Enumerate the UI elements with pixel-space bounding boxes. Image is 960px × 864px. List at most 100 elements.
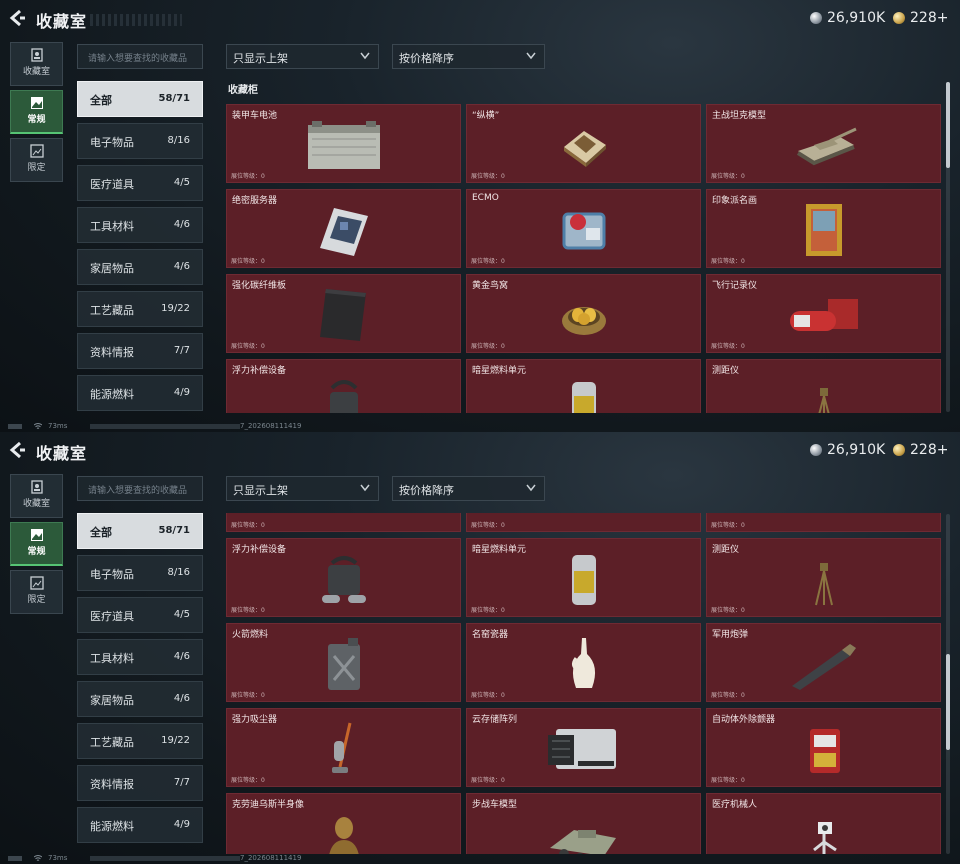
item-card[interactable]: 绝密服务器 展位等级：0 [226,189,461,268]
item-card[interactable]: 浮力补偿设备 展位等级：0 [226,538,461,617]
side-tab-collection[interactable]: 收藏室 [10,42,63,86]
category-count: 4/9 [173,387,190,398]
category-household[interactable]: 家居物品 4/6 [77,681,203,717]
item-card[interactable]: 医疗机械人 展位等级：0 [706,793,941,854]
category-label: 资料情报 [90,778,134,791]
item-name: 黄金鸟窝 [472,281,509,291]
item-card[interactable]: 飞行记录仪 展位等级：0 [706,274,941,353]
item-card[interactable]: 云存储阵列 展位等级：0 [466,708,701,787]
fuel-cell-icon [571,382,596,413]
item-card[interactable]: 强力吸尘器 展位等级：0 [226,708,461,787]
category-electronics[interactable]: 电子物品 8/16 [77,555,203,591]
category-electronics[interactable]: 电子物品 8/16 [77,123,203,159]
ticket-amount: 228+ [910,442,949,458]
item-name: 绝密服务器 [232,196,278,206]
scroll-thumb[interactable] [946,82,950,168]
chevron-down-icon [526,484,536,492]
item-level: 展位等级：0 [711,777,745,784]
item-card[interactable]: 印象派名画 展位等级：0 [706,189,941,268]
side-tab-collection[interactable]: 收藏室 [10,474,63,518]
grid-scrollbar[interactable] [946,514,950,854]
ticket-amount: 228+ [910,10,949,26]
side-tab-regular[interactable]: 常规 [10,522,63,566]
category-medical[interactable]: 医疗道具 4/5 [77,597,203,633]
category-intel[interactable]: 资料情报 7/7 [77,765,203,801]
item-card[interactable]: 黄金鸟窝 展位等级：0 [466,274,701,353]
item-card[interactable]: 展位等级：0 [466,513,701,532]
shelf-filter-dropdown[interactable]: 只显示上架 [226,44,379,69]
carbon-plate-icon [319,289,366,342]
back-arrow-icon[interactable] [8,9,26,27]
page-title: 收藏室 [36,444,88,463]
portrait-icon [30,48,43,62]
item-card[interactable]: 展位等级：0 [706,513,941,532]
search-input[interactable]: 请输入想要查找的收藏品 [77,44,203,69]
sort-dropdown[interactable]: 按价格降序 [392,44,545,69]
item-name: 克劳迪乌斯半身像 [232,800,305,810]
status-bar: 73ms 7_202608111419 [0,854,960,864]
category-medical[interactable]: 医疗道具 4/5 [77,165,203,201]
gold-coin-icon [893,444,905,456]
status-bar: 73ms 7_202608111419 [0,422,960,432]
item-card[interactable]: 浮力补偿设备 展位等级：0 [226,359,461,413]
item-card[interactable]: 测距仪 展位等级：0 [706,359,941,413]
category-all[interactable]: 全部 58/71 [77,81,203,117]
sort-value: 按价格降序 [399,52,454,65]
side-tab-limited[interactable]: 限定 [10,570,63,614]
ticket-balance[interactable]: 228+ [893,442,948,458]
portrait-icon [30,480,43,494]
category-tools[interactable]: 工具材料 4/6 [77,207,203,243]
side-tab-limited[interactable]: 限定 [10,138,63,182]
item-card[interactable]: 暗星燃料单元 展位等级：0 [466,538,701,617]
item-level: 展位等级：0 [711,692,745,699]
picture-icon [30,97,43,109]
top-bar: 收藏室 26,910K 228+ [0,6,960,32]
item-card[interactable]: 主战坦克模型 展位等级：0 [706,104,941,183]
sort-dropdown[interactable]: 按价格降序 [392,476,545,501]
scroll-thumb[interactable] [946,654,950,750]
medical-robot-icon [812,822,837,854]
category-fuel[interactable]: 能源燃料 4/9 [77,807,203,843]
category-count: 19/22 [161,735,190,746]
item-card[interactable]: 装甲车电池 展位等级：0 [226,104,461,183]
item-name: 名窑瓷器 [472,630,509,640]
item-card[interactable]: 步战车模型 展位等级：0 [466,793,701,854]
category-intel[interactable]: 资料情报 7/7 [77,333,203,369]
coin-amount: 26,910K [827,10,886,26]
item-card[interactable]: “纵横” 展位等级：0 [466,104,701,183]
category-label: 全部 [90,526,112,539]
category-label: 医疗道具 [90,178,134,191]
item-card[interactable]: ECMO 展位等级：0 [466,189,701,268]
category-label: 能源燃料 [90,388,134,401]
item-card[interactable]: 暗星燃料单元 展位等级：0 [466,359,701,413]
search-input[interactable]: 请输入想要查找的收藏品 [77,476,203,501]
item-card[interactable]: 展位等级：0 [226,513,461,532]
item-card[interactable]: 测距仪 展位等级：0 [706,538,941,617]
grid-scrollbar[interactable] [946,82,950,412]
item-card[interactable]: 自动体外除颤器 展位等级：0 [706,708,941,787]
category-fuel[interactable]: 能源燃料 4/9 [77,375,203,411]
item-name: 印象派名画 [712,196,758,206]
item-name: 装甲车电池 [232,111,278,121]
item-name: 军用炮弹 [712,630,749,640]
category-crafts[interactable]: 工艺藏品 19/22 [77,723,203,759]
back-arrow-icon[interactable] [8,441,26,459]
item-card[interactable]: 强化碳纤维板 展位等级：0 [226,274,461,353]
item-card[interactable]: 克劳迪乌斯半身像 展位等级：0 [226,793,461,854]
gold-coin-icon [893,12,905,24]
item-card[interactable]: 名窑瓷器 展位等级：0 [466,623,701,702]
shelf-filter-value: 只显示上架 [233,484,288,497]
category-household[interactable]: 家居物品 4/6 [77,249,203,285]
side-tab-label: 限定 [27,595,46,605]
item-card[interactable]: 火箭燃料 展位等级：0 [226,623,461,702]
chevron-down-icon [526,52,536,60]
category-all[interactable]: 全部 58/71 [77,513,203,549]
ticket-balance[interactable]: 228+ [893,10,948,26]
category-tools[interactable]: 工具材料 4/6 [77,639,203,675]
item-card[interactable]: 军用炮弹 展位等级：0 [706,623,941,702]
picture-icon [30,529,43,541]
category-crafts[interactable]: 工艺藏品 19/22 [77,291,203,327]
shelf-filter-dropdown[interactable]: 只显示上架 [226,476,379,501]
side-tab-regular[interactable]: 常规 [10,90,63,134]
item-level: 展位等级：0 [231,607,265,614]
